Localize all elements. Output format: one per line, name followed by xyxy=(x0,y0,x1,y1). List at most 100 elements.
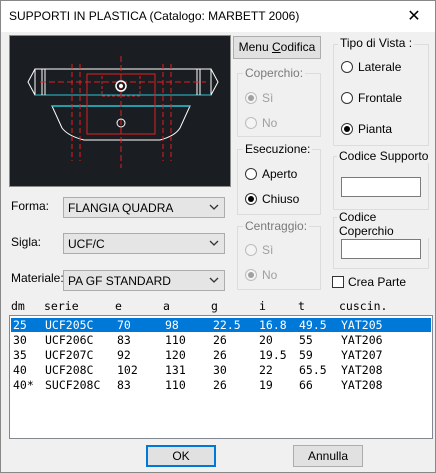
esecuzione-aperto-label: Aperto xyxy=(262,167,298,181)
vista-laterale-label: Laterale xyxy=(358,60,402,74)
tipo-vista-title: Tipo di Vista : xyxy=(338,36,415,50)
cell-g: 26 xyxy=(213,378,227,392)
esecuzione-aperto-radio[interactable]: Aperto xyxy=(245,167,297,181)
esecuzione-chiuso-radio[interactable]: Chiuso xyxy=(245,192,299,206)
col-a: a xyxy=(163,299,170,313)
cell-a: 131 xyxy=(165,363,186,377)
table-row[interactable]: 30 UCF206C 83 110 26 20 55 YAT206 xyxy=(11,333,431,347)
cell-a: 98 xyxy=(165,318,179,332)
col-serie: serie xyxy=(44,299,79,313)
cell-e: 92 xyxy=(117,348,131,362)
title-bar: SUPPORTI IN PLASTICA (Catalogo: MARBETT … xyxy=(1,1,435,32)
centraggio-title: Centraggio: xyxy=(243,219,310,233)
cell-cuscin: YAT208 xyxy=(341,378,383,392)
cell-t: 59 xyxy=(299,348,313,362)
table-header: dm serie e a g i t cuscin. xyxy=(11,299,431,313)
cell-i: 22 xyxy=(259,363,273,377)
vista-frontale-radio[interactable]: Frontale xyxy=(341,91,402,105)
ok-button[interactable]: OK xyxy=(146,445,216,467)
table-row[interactable]: 40* SUCF208C 83 110 26 19 66 YAT208 xyxy=(11,378,431,392)
col-g: g xyxy=(211,299,218,313)
cell-i: 19 xyxy=(259,378,273,392)
radio-dot-icon xyxy=(245,168,257,180)
cell-serie: UCF205C xyxy=(45,318,94,332)
cell-e: 70 xyxy=(117,318,131,332)
vista-frontale-label: Frontale xyxy=(358,91,403,105)
annulla-button[interactable]: Annulla xyxy=(293,445,363,467)
cell-a: 120 xyxy=(165,348,186,362)
materiale-select[interactable]: PA GF STANDARD xyxy=(63,270,225,291)
forma-value: FLANGIA QUADRA xyxy=(68,201,174,215)
cell-e: 83 xyxy=(117,378,131,392)
codice-supporto-field[interactable] xyxy=(341,177,421,197)
radio-dot-icon xyxy=(341,61,353,73)
coperchio-si-radio[interactable]: Sì xyxy=(245,91,273,105)
coperchio-si-label: Sì xyxy=(262,91,274,105)
radio-dot-icon xyxy=(245,269,257,281)
chevron-down-icon xyxy=(209,204,219,210)
table-row[interactable]: 25 UCF205C 70 98 22.5 16.8 49.5 YAT205 xyxy=(11,318,431,332)
cell-serie: SUCF208C xyxy=(45,378,101,392)
chevron-down-icon xyxy=(209,240,219,246)
vista-laterale-radio[interactable]: Laterale xyxy=(341,60,401,74)
cell-dm: 30 xyxy=(13,333,27,347)
materiale-label: Materiale: xyxy=(11,271,64,285)
centraggio-si-radio[interactable]: Sì xyxy=(245,243,273,257)
radio-dot-icon xyxy=(245,244,257,256)
cell-i: 20 xyxy=(259,333,273,347)
coperchio-no-label: No xyxy=(262,116,278,130)
radio-dot-icon xyxy=(245,193,257,205)
esecuzione-chiuso-label: Chiuso xyxy=(262,192,300,206)
cell-t: 55 xyxy=(299,333,313,347)
coperchio-no-radio[interactable]: No xyxy=(245,116,277,130)
radio-dot-icon xyxy=(245,117,257,129)
radio-dot-icon xyxy=(245,92,257,104)
col-cuscin: cuscin. xyxy=(339,299,388,313)
col-dm: dm xyxy=(11,299,25,313)
cell-i: 19.5 xyxy=(259,348,287,362)
forma-select[interactable]: FLANGIA QUADRA xyxy=(63,197,225,218)
centraggio-no-radio[interactable]: No xyxy=(245,268,277,282)
forma-label: Forma: xyxy=(11,199,50,213)
cell-g: 22.5 xyxy=(213,318,241,332)
menu-codifica-label-pre: Menu xyxy=(238,40,272,54)
sigla-select[interactable]: UCF/C xyxy=(63,233,225,254)
radio-dot-icon xyxy=(341,92,353,104)
cell-i: 16.8 xyxy=(259,318,287,332)
window-title: SUPPORTI IN PLASTICA (Catalogo: MARBETT … xyxy=(9,9,300,23)
cell-e: 102 xyxy=(117,363,138,377)
col-i: i xyxy=(259,299,266,313)
crea-parte-checkbox[interactable]: Crea Parte xyxy=(332,275,406,289)
centraggio-si-label: Sì xyxy=(262,243,274,257)
cell-t: 66 xyxy=(299,378,313,392)
menu-codifica-label-post: odifica xyxy=(280,40,316,54)
preview-drawing xyxy=(27,56,219,168)
materiale-value: PA GF STANDARD xyxy=(68,274,171,288)
col-t: t xyxy=(298,299,305,313)
cell-g: 30 xyxy=(213,363,227,377)
close-button[interactable]: ✕ xyxy=(393,1,435,32)
vista-pianta-label: Pianta xyxy=(358,122,393,136)
coperchio-title: Coperchio: xyxy=(243,66,306,80)
part-preview xyxy=(9,35,231,187)
cell-cuscin: YAT207 xyxy=(341,348,383,362)
cell-dm: 35 xyxy=(13,348,27,362)
radio-dot-icon xyxy=(341,123,353,135)
codice-coperchio-field[interactable] xyxy=(341,239,421,259)
cell-dm: 25 xyxy=(13,318,27,332)
sigla-value: UCF/C xyxy=(68,237,105,251)
centraggio-no-label: No xyxy=(262,268,278,282)
codice-coperchio-label: Codice Coperchio xyxy=(337,210,435,238)
vista-pianta-radio[interactable]: Pianta xyxy=(341,122,392,136)
codice-supporto-label: Codice Supporto xyxy=(337,149,431,163)
cell-serie: UCF208C xyxy=(45,363,94,377)
cell-cuscin: YAT205 xyxy=(341,318,383,332)
menu-codifica-button[interactable]: Menu Codifica xyxy=(233,36,321,59)
cell-serie: UCF206C xyxy=(45,333,94,347)
esecuzione-title: Esecuzione: xyxy=(243,142,313,156)
table-row[interactable]: 35 UCF207C 92 120 26 19.5 59 YAT207 xyxy=(11,348,431,362)
table-row[interactable]: 40 UCF208C 102 131 30 22 65.5 YAT208 xyxy=(11,363,431,377)
cell-g: 26 xyxy=(213,348,227,362)
chevron-down-icon xyxy=(209,277,219,283)
bearing-list[interactable]: 25 UCF205C 70 98 22.5 16.8 49.5 YAT205 3… xyxy=(9,315,433,439)
